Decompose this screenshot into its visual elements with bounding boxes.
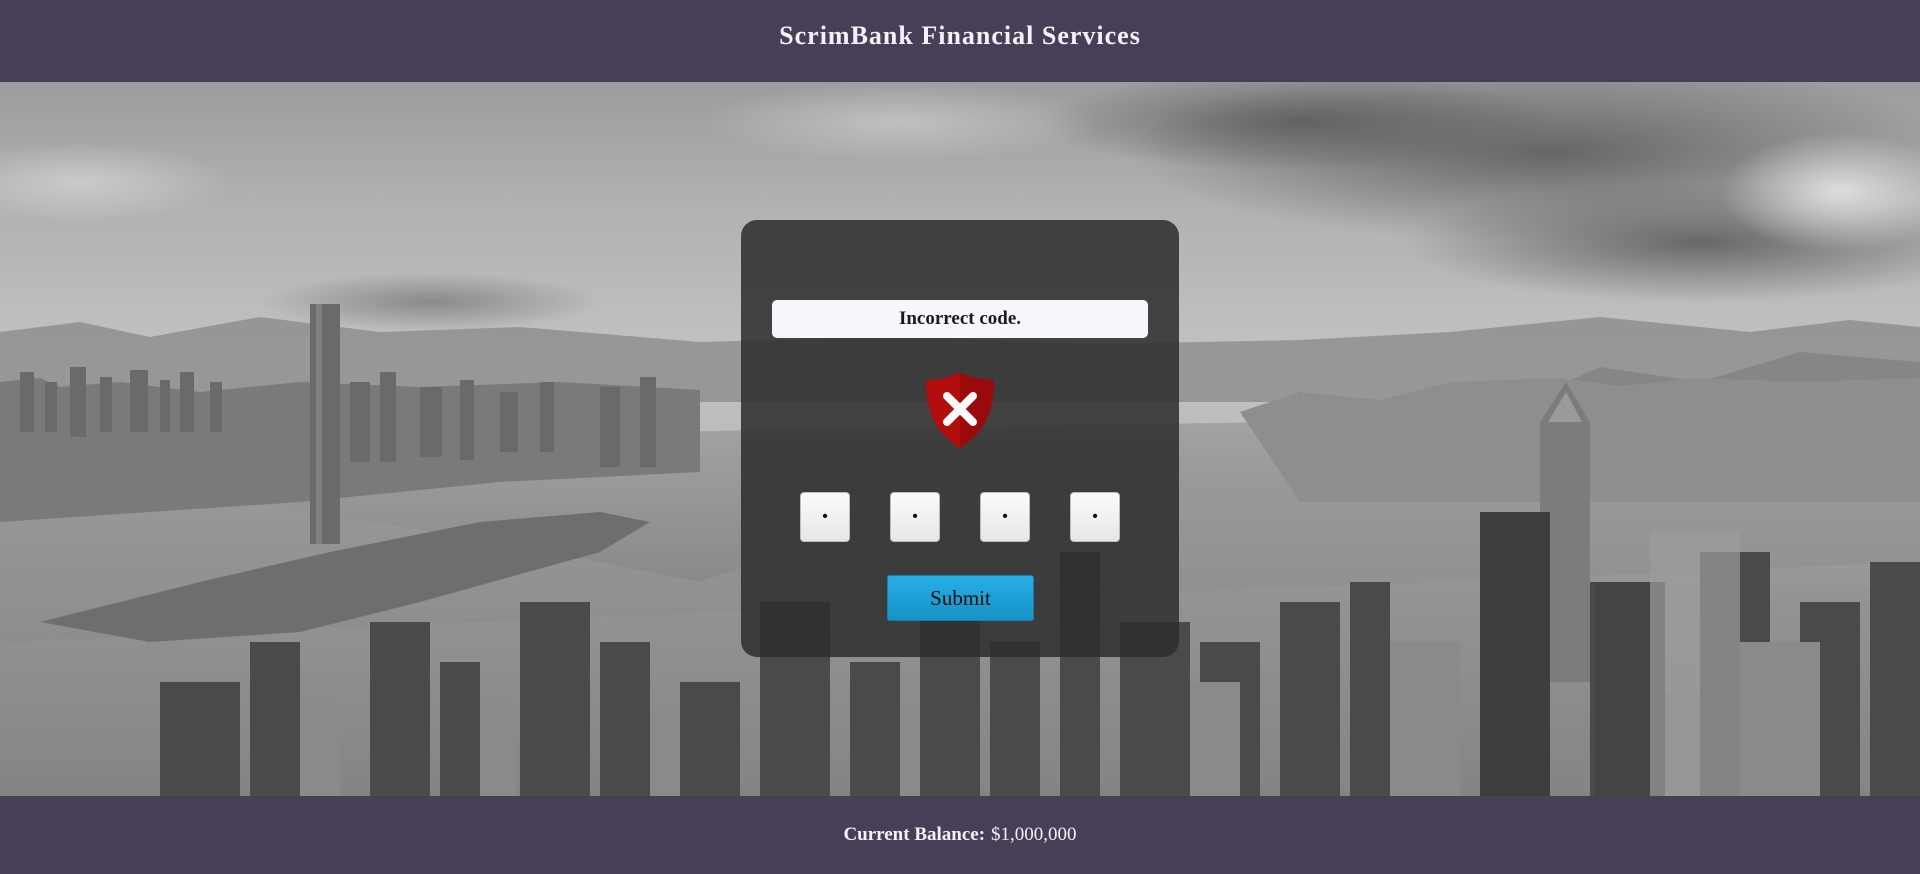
code-digit-3[interactable]: • bbox=[980, 492, 1030, 542]
code-digit-4[interactable]: • bbox=[1070, 492, 1120, 542]
code-digit-1[interactable]: • bbox=[800, 492, 850, 542]
code-entry: • • • • bbox=[800, 492, 1120, 542]
balance-label: Current Balance: bbox=[843, 824, 986, 845]
shield-x-icon bbox=[926, 372, 994, 448]
error-message: Incorrect code. bbox=[772, 300, 1148, 338]
code-digit-2[interactable]: • bbox=[890, 492, 940, 542]
balance-display: Current Balance: $1,000,000 bbox=[843, 824, 1076, 846]
site-footer: Current Balance: $1,000,000 bbox=[0, 796, 1920, 874]
site-header: ScrimBank Financial Services bbox=[0, 0, 1920, 82]
submit-button[interactable]: Submit bbox=[887, 575, 1034, 621]
site-title: ScrimBank Financial Services bbox=[779, 20, 1141, 50]
balance-value: $1,000,000 bbox=[991, 824, 1077, 845]
verification-panel: Incorrect code. • • • • Submit bbox=[741, 220, 1179, 657]
